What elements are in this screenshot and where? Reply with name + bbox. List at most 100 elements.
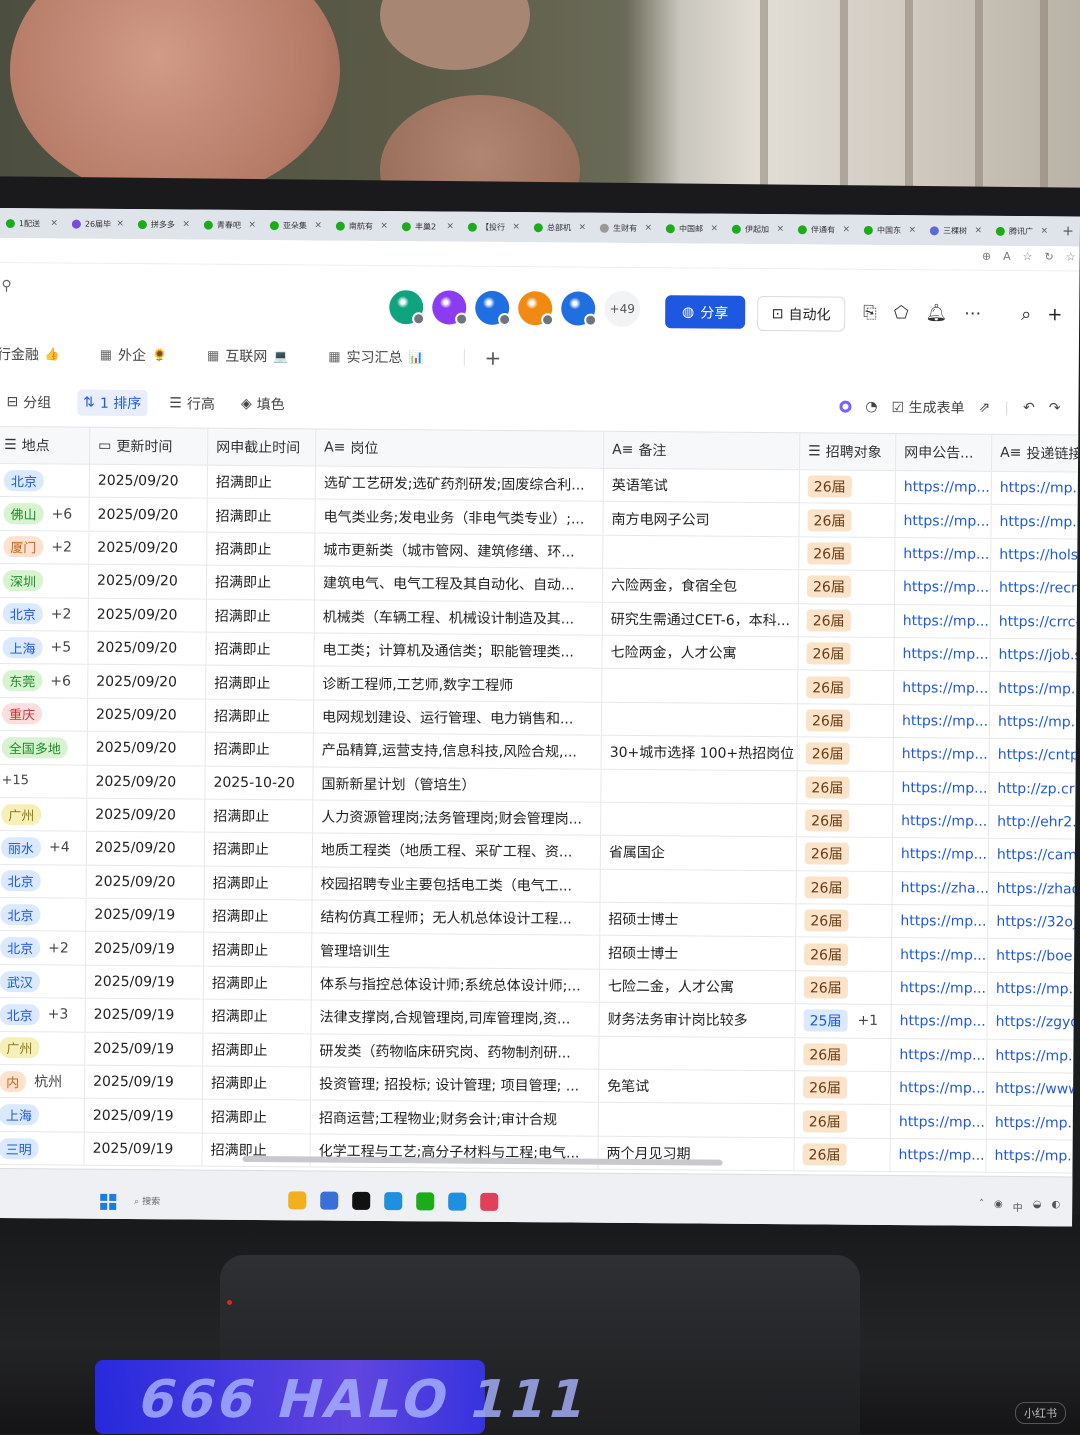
note-cell[interactable]: 七险二金，人才公寓 <box>599 969 797 1004</box>
updated-cell[interactable]: 2025/09/20 <box>86 832 206 866</box>
browser-tab[interactable]: 【投行 × <box>462 216 526 239</box>
browser-tab[interactable]: 拼多多 × <box>132 213 196 236</box>
zoom-icon[interactable]: ⊕ <box>982 250 991 263</box>
browser-tab[interactable]: 26届毕 × <box>66 213 130 236</box>
apply-link[interactable]: http://zp.crh <box>989 772 1075 805</box>
apply-link[interactable]: https://mp.w <box>990 672 1076 705</box>
announcement-link[interactable]: https://mp... <box>892 838 990 872</box>
deadline-cell[interactable]: 招满即止 <box>206 565 316 600</box>
ai-ring-icon[interactable] <box>839 400 852 413</box>
read-aloud-icon[interactable]: A <box>1003 250 1011 263</box>
taskbar-app-icon[interactable] <box>288 1191 307 1210</box>
close-icon[interactable]: × <box>248 220 256 230</box>
position-cell[interactable]: 研发类（药物临床研究岗、药物制剂研... <box>311 1034 600 1069</box>
position-cell[interactable]: 产品精算,运营支持,信息科技,风险合规,... <box>313 733 602 769</box>
view-tab[interactable]: ▦ 外企 🌻 <box>100 345 185 366</box>
row-height-button[interactable]: ☰ 行高 <box>169 393 215 413</box>
column-header-announcement[interactable]: 网申公告... <box>895 434 993 471</box>
note-cell[interactable] <box>598 1103 795 1138</box>
browser-tab[interactable]: 生财有 × <box>594 217 658 240</box>
updated-cell[interactable]: 2025/09/20 <box>89 498 208 532</box>
automation-button[interactable]: ⊡ 自动化 <box>757 295 846 332</box>
location-cell[interactable]: 佛山 +6 <box>0 497 90 531</box>
browser-tab[interactable]: 腾讯广 × <box>990 220 1054 243</box>
target-cell[interactable]: 26届 <box>799 503 896 537</box>
updated-cell[interactable]: 2025/09/19 <box>84 1132 203 1166</box>
announcement-link[interactable]: https://mp... <box>893 771 990 805</box>
updated-cell[interactable]: 2025/09/20 <box>87 798 206 832</box>
fill-color-button[interactable]: ◈ 填色 <box>241 394 285 414</box>
redo-icon[interactable]: ↷ <box>1049 400 1061 416</box>
announcement-link[interactable]: https://mp... <box>894 637 991 672</box>
wifi-icon[interactable]: ◒ <box>1033 1199 1042 1214</box>
apply-link[interactable]: https://zhaop <box>989 872 1075 905</box>
close-icon[interactable]: × <box>908 225 916 235</box>
target-cell[interactable]: 26届 <box>795 971 893 1005</box>
location-cell[interactable]: 上海 +5 <box>0 630 89 665</box>
updated-cell[interactable]: 2025/09/19 <box>85 998 204 1033</box>
updated-cell[interactable]: 2025/09/20 <box>87 765 206 799</box>
column-header-location[interactable]: ☰ 地点 <box>0 426 91 464</box>
position-cell[interactable]: 城市更新类（城市管网、建筑修缮、环... <box>315 533 604 568</box>
apply-link[interactable]: https://32oj3 <box>988 906 1074 939</box>
announcement-link[interactable]: https://mp... <box>893 804 990 839</box>
note-cell[interactable]: 财务法务审计岗比较多 <box>599 1002 796 1037</box>
position-cell[interactable]: 选矿工艺研发;选矿药剂研发;固废综合利... <box>315 466 604 502</box>
updated-cell[interactable]: 2025/09/20 <box>89 531 208 565</box>
close-icon[interactable]: × <box>116 219 124 229</box>
volume-icon[interactable]: ◐ <box>1051 1199 1060 1214</box>
target-cell[interactable]: 26届 <box>798 670 895 704</box>
column-header-target[interactable]: ☰ 招聘对象 <box>799 433 897 471</box>
view-tab[interactable]: 行金融 👍 <box>0 344 78 365</box>
favorite-star-icon[interactable]: ☆ <box>1023 250 1033 263</box>
apply-link[interactable]: https://mp.w <box>990 706 1076 739</box>
taskbar-app-icon[interactable] <box>384 1192 403 1211</box>
export-icon[interactable]: ⇗ <box>978 400 990 416</box>
location-cell[interactable]: 东莞 +6 <box>0 664 89 698</box>
announcement-link[interactable]: https://mp... <box>894 571 992 605</box>
updated-cell[interactable]: 2025/09/20 <box>88 564 208 599</box>
taskbar-app-icon[interactable] <box>352 1191 371 1210</box>
view-tab[interactable]: ▦ 实习汇总 📊 <box>328 347 441 368</box>
apply-link[interactable]: https://mp.w <box>991 505 1078 538</box>
updated-cell[interactable]: 2025/09/19 <box>86 898 205 933</box>
location-cell[interactable]: 厦门 +2 <box>0 530 90 564</box>
taskbar-app-icon[interactable] <box>480 1192 499 1211</box>
browser-tab[interactable]: 亚朵集 × <box>264 214 328 237</box>
position-cell[interactable]: 体系与指控总体设计师;系统总体设计师;... <box>311 967 601 1002</box>
avatar[interactable] <box>389 290 424 325</box>
refresh-icon[interactable]: ↻ <box>1045 250 1054 263</box>
location-cell[interactable]: 北京 +3 <box>0 998 86 1032</box>
note-cell[interactable]: 省属国企 <box>600 836 798 870</box>
note-cell[interactable] <box>602 669 799 704</box>
close-icon[interactable]: × <box>644 223 652 233</box>
browser-tab[interactable]: 伊起加 × <box>726 218 790 241</box>
announcement-link[interactable]: https://mp... <box>892 905 989 939</box>
position-cell[interactable]: 招商运营;工程物业;财务会计;审计合规 <box>310 1100 599 1136</box>
windows-start-icon[interactable] <box>100 1193 117 1210</box>
extension-icon[interactable]: ☆ <box>1066 250 1076 263</box>
target-cell[interactable]: 26届 <box>796 870 893 905</box>
updated-cell[interactable]: 2025/09/19 <box>84 1099 204 1133</box>
column-header-deadline[interactable]: 网申截止时间 <box>207 428 317 466</box>
apply-link[interactable]: https://boe.n <box>988 939 1074 972</box>
note-cell[interactable]: 南方电网子公司 <box>603 502 800 537</box>
deadline-cell[interactable]: 招满即止 <box>203 1066 312 1100</box>
location-cell[interactable]: 上海 <box>0 1098 86 1132</box>
updated-cell[interactable]: 2025/09/20 <box>88 665 207 699</box>
deadline-cell[interactable]: 招满即止 <box>203 999 312 1034</box>
position-cell[interactable]: 校园招聘专业主要包括电工类（电气工... <box>312 867 601 902</box>
position-cell[interactable]: 结构仿真工程师；无人机总体设计工程... <box>312 900 601 936</box>
position-cell[interactable]: 诊断工程师,工艺师,数字工程师 <box>314 666 603 702</box>
apply-link[interactable]: https://mp.w <box>987 1039 1073 1072</box>
bell-icon[interactable]: 🔔︎ <box>926 303 948 323</box>
add-icon[interactable]: + <box>1047 304 1062 325</box>
sort-button[interactable]: ⇅ 1 排序 <box>77 389 148 417</box>
position-cell[interactable]: 电气类业务;发电业务（非电气类专业）;... <box>315 499 604 535</box>
location-cell[interactable]: 北京 +2 <box>0 597 89 631</box>
deadline-cell[interactable]: 招满即止 <box>206 599 315 633</box>
announcement-link[interactable]: https://mp... <box>890 1105 987 1139</box>
new-tab-button[interactable]: + <box>1056 223 1080 239</box>
announcement-link[interactable]: https://mp... <box>893 704 991 738</box>
updated-cell[interactable]: 2025/09/19 <box>85 1065 204 1100</box>
